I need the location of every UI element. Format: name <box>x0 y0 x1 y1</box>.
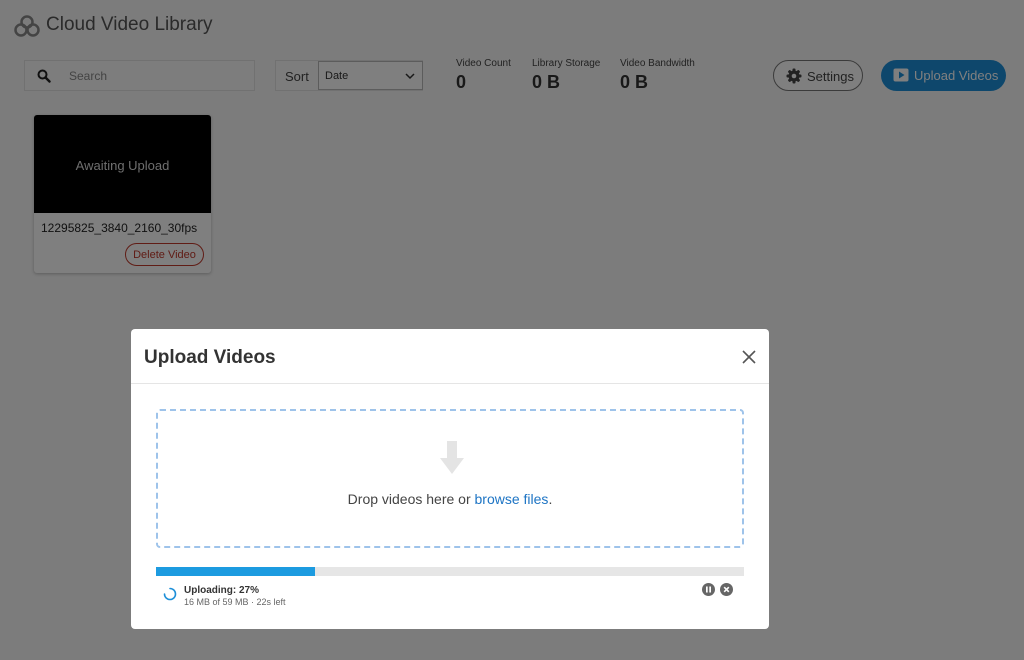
modal-divider <box>131 383 769 384</box>
upload-detail: 16 MB of 59 MB · 22s left <box>184 597 286 607</box>
cancel-upload-icon[interactable] <box>720 583 733 596</box>
drop-text: Drop videos here or <box>347 491 475 507</box>
drop-instructions: Drop videos here or browse files. <box>158 491 742 507</box>
arrow-down-icon <box>440 441 464 474</box>
upload-progress-bar <box>156 567 744 576</box>
upload-modal: Upload Videos Drop videos here or browse… <box>131 329 769 629</box>
upload-progress-fill <box>156 567 315 576</box>
drop-suffix: . <box>548 491 553 507</box>
spinner-icon <box>163 587 177 601</box>
pause-icon[interactable] <box>702 583 715 596</box>
upload-status: Uploading: 27% <box>184 585 260 596</box>
modal-title: Upload Videos <box>144 347 276 368</box>
close-icon[interactable] <box>740 348 758 366</box>
drop-zone[interactable]: Drop videos here or browse files. <box>156 409 744 548</box>
browse-files-link[interactable]: browse files <box>475 491 549 507</box>
